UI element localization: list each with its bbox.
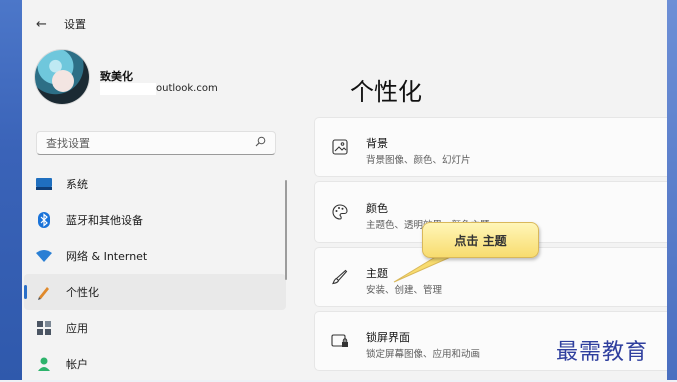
person-icon: [36, 356, 52, 372]
sidebar-item-bluetooth[interactable]: 蓝牙和其他设备: [24, 202, 286, 238]
sidebar-item-apps[interactable]: 应用: [24, 310, 286, 346]
palette-icon: [331, 203, 349, 221]
wifi-icon: [36, 248, 52, 264]
sidebar-item-label: 应用: [66, 322, 88, 335]
arrow-left-icon[interactable]: ←: [36, 17, 47, 32]
active-indicator: [24, 285, 27, 299]
email-redaction: [100, 83, 156, 95]
bluetooth-icon: [36, 212, 52, 228]
sidebar-item-personalization[interactable]: 个性化: [24, 274, 286, 310]
sidebar-item-accounts[interactable]: 帐户: [24, 346, 286, 382]
sidebar-nav: 系统 蓝牙和其他设备 网络 & Internet 个性化 应用 帐户: [22, 166, 287, 382]
avatar[interactable]: [35, 50, 89, 104]
desktop-wallpaper-left: [0, 0, 22, 380]
title-bar: ← 设置: [36, 14, 86, 34]
card-subtitle: 安装、创建、管理: [366, 285, 443, 296]
card-title: 锁屏界面: [366, 331, 410, 344]
card-subtitle: 锁定屏幕图像、应用和动画: [366, 349, 481, 360]
image-icon: [331, 138, 349, 156]
search-icon[interactable]: [255, 136, 266, 150]
sidebar-item-network[interactable]: 网络 & Internet: [24, 238, 286, 274]
sidebar-scrollbar[interactable]: [285, 180, 287, 280]
user-email: outlook.com: [156, 83, 218, 94]
card-title: 背景: [366, 137, 388, 150]
page-title: 个性化: [350, 78, 422, 106]
sidebar-item-label: 个性化: [66, 286, 99, 299]
sidebar-item-label: 系统: [66, 178, 88, 191]
settings-window: ← 设置 致美化 outlook.com 查找设置 系统 蓝牙和其他设备 网络 …: [22, 0, 667, 380]
card-subtitle: 背景图像、颜色、幻灯片: [366, 155, 471, 166]
card-title: 颜色: [366, 202, 388, 215]
search-input[interactable]: 查找设置: [36, 131, 276, 155]
callout-tooltip: 点击 主题: [422, 222, 539, 258]
window-title: 设置: [64, 18, 86, 31]
search-placeholder: 查找设置: [46, 137, 90, 150]
pen-icon: [36, 284, 52, 300]
sidebar-item-label: 蓝牙和其他设备: [66, 214, 143, 227]
brush-icon: [331, 268, 349, 286]
user-name: 致美化: [100, 70, 133, 83]
sidebar-item-system[interactable]: 系统: [24, 166, 286, 202]
watermark: 最需教育: [556, 340, 649, 365]
desktop-wallpaper-right: [667, 0, 677, 380]
lock-screen-icon: [331, 332, 349, 350]
sidebar-item-label: 帐户: [66, 358, 88, 371]
apps-icon: [36, 320, 52, 336]
card-title: 主题: [366, 267, 388, 280]
monitor-icon: [36, 176, 52, 192]
sidebar-item-label: 网络 & Internet: [66, 250, 148, 263]
card-background[interactable]: 背景 背景图像、颜色、幻灯片: [314, 117, 667, 177]
